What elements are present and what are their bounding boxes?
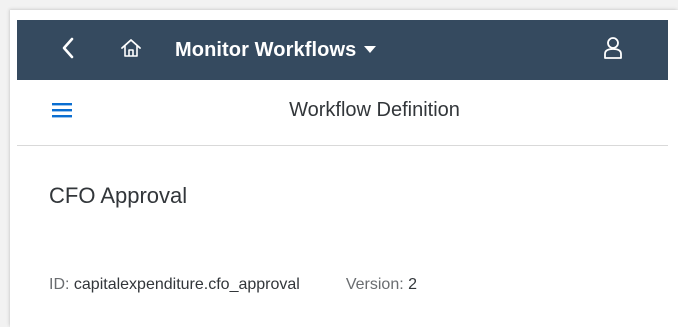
back-button[interactable] xyxy=(55,36,81,64)
object-attributes: ID: capitalexpenditure.cfo_approval Vers… xyxy=(49,276,417,294)
version-label: Version: xyxy=(345,276,404,293)
user-button[interactable] xyxy=(598,35,628,65)
home-icon xyxy=(120,37,142,64)
caret-down-icon xyxy=(364,41,377,59)
id-label: ID: xyxy=(49,276,70,293)
version-value: 2 xyxy=(408,276,418,293)
chevron-left-icon xyxy=(61,37,75,64)
app-title: Monitor Workflows xyxy=(175,38,357,61)
id-value: capitalexpenditure.cfo_approval xyxy=(73,276,300,293)
object-title: CFO Approval xyxy=(49,183,188,208)
page-title: Workflow Definition xyxy=(289,99,460,121)
user-icon xyxy=(603,36,623,65)
app-title-menu[interactable]: Monitor Workflows xyxy=(175,36,377,64)
sub-header: Workflow Definition xyxy=(17,80,668,146)
shell-bar: Monitor Workflows xyxy=(17,20,668,80)
home-button[interactable] xyxy=(116,35,146,65)
